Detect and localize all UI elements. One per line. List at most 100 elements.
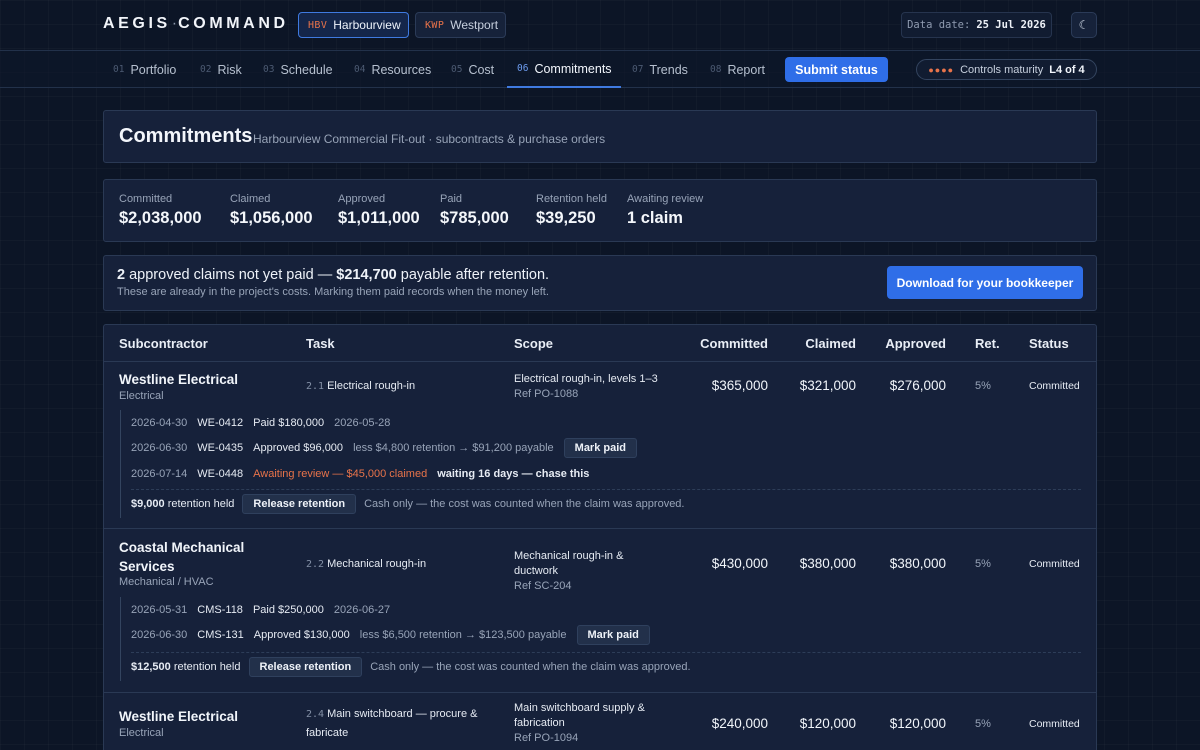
submit-status-button[interactable]: Submit status — [785, 57, 888, 82]
retention-line: $9,000 retention held Release retention … — [131, 494, 685, 514]
retention-amount: $9,000 — [131, 498, 165, 510]
tab-number: 06 — [517, 63, 529, 74]
task-cell: 2.4 Main switchboard — procure & fabricat… — [306, 705, 486, 743]
scope-text: Mechanical rough-in & ductwork — [514, 550, 624, 577]
claim-id: WE-0435 — [197, 442, 244, 454]
logo-text-right: COMMAND — [178, 15, 289, 32]
column-header-retention[interactable]: Ret. — [975, 336, 1000, 351]
maturity-dots-icon: ●●●● — [928, 64, 955, 75]
subcontractor-name: Westline Electrical — [119, 372, 239, 387]
stat-paid: Paid $785,000 — [440, 193, 509, 228]
column-header-scope[interactable]: Scope — [514, 336, 553, 351]
retention-percent: 5% — [975, 718, 991, 730]
claim-chase-note: waiting 16 days — chase this — [437, 468, 590, 480]
claim-line: 2026-05-31 CMS-118 Paid $250,000 2026-06… — [131, 600, 390, 620]
tab-report[interactable]: 08 Report — [710, 51, 765, 88]
row-divider — [104, 528, 1096, 529]
tab-schedule[interactable]: 03 Schedule — [263, 51, 333, 88]
project-name: Harbourview — [333, 18, 401, 32]
stat-value: $39,250 — [536, 209, 596, 227]
divider — [131, 652, 1081, 653]
tab-portfolio[interactable]: 01 Portfolio — [113, 51, 176, 88]
mark-paid-button[interactable]: Mark paid — [563, 438, 638, 458]
column-header-claimed[interactable]: Claimed — [805, 336, 856, 351]
project-name: Westport — [450, 18, 499, 32]
claim-status: Approved $130,000 — [253, 629, 350, 641]
page-header-panel: Commitments Harbourview Commercial Fit-o… — [103, 110, 1097, 163]
column-header-subcontractor[interactable]: Subcontractor — [119, 336, 208, 351]
column-header-task[interactable]: Task — [306, 336, 335, 351]
release-retention-button[interactable]: Release retention — [242, 494, 357, 514]
scope-ref: Ref PO-1094 — [514, 732, 579, 744]
project-switch-westport[interactable]: KWP Westport — [415, 12, 506, 38]
subcontractor-trade: Electrical — [119, 390, 164, 402]
app-logo[interactable]: AEGIS·COMMAND — [103, 15, 289, 33]
commitments-table: Subcontractor Task Scope Committed Claim… — [103, 324, 1097, 750]
retention-line: $12,500 retention held Release retention… — [131, 657, 691, 677]
moon-icon: ☾ — [1078, 18, 1090, 32]
retention-amount: $12,500 — [131, 661, 171, 673]
tab-number: 02 — [200, 64, 212, 75]
theme-toggle-button[interactable]: ☾ — [1071, 12, 1097, 38]
summary-stats-panel: Committed $2,038,000 Claimed $1,056,000 Ap… — [103, 179, 1097, 242]
status-badge: Committed — [1029, 558, 1080, 570]
alert-text: payable after retention. — [400, 267, 550, 283]
column-header-committed[interactable]: Committed — [700, 336, 768, 351]
subcontractor-name: Coastal Mechanical Services — [119, 540, 245, 574]
committed-amount: $240,000 — [711, 716, 768, 731]
tab-label: Portfolio — [130, 62, 177, 77]
stat-approved: Approved $1,011,000 — [338, 193, 420, 228]
tab-number: 04 — [354, 64, 366, 75]
column-header-status[interactable]: Status — [1029, 336, 1069, 351]
claim-status: Awaiting review — $45,000 claimed — [253, 468, 428, 480]
tab-label: Commitments — [534, 61, 612, 76]
scope-text: Main switchboard supply & fabrication — [514, 702, 645, 729]
retention-percent: 5% — [975, 558, 991, 570]
scope-ref: Ref PO-1088 — [514, 388, 579, 400]
tab-cost[interactable]: 05 Cost — [451, 51, 494, 88]
claim-payable-note: less $6,500 retention → $123,500 payable — [359, 629, 567, 641]
scope-cell: Mechanical rough-in & ductwork Ref SC-204 — [514, 549, 664, 594]
scope-ref: Ref SC-204 — [514, 580, 572, 592]
data-date-label: Data date: — [907, 19, 971, 31]
alert-text: approved claims not yet paid — — [129, 267, 333, 283]
committed-amount: $365,000 — [711, 378, 768, 393]
project-switch-harbourview[interactable]: HBV Harbourview — [298, 12, 409, 38]
subcontractor-trade: Electrical — [119, 727, 164, 739]
release-retention-button[interactable]: Release retention — [248, 657, 363, 677]
download-bookkeeper-button[interactable]: Download for your bookkeeper — [887, 266, 1083, 299]
task-name: Main switchboard — procure & fabricate — [306, 708, 478, 739]
controls-maturity-badge[interactable]: ●●●● Controls maturity L4 of 4 — [916, 59, 1097, 80]
tab-label: Resources — [371, 62, 432, 77]
table-header: Subcontractor Task Scope Committed Claim… — [104, 325, 1096, 362]
divider — [131, 489, 1081, 490]
claim-id: WE-0448 — [197, 468, 244, 480]
alert-count: 2 — [117, 267, 126, 283]
mark-paid-button[interactable]: Mark paid — [576, 625, 650, 645]
column-header-approved[interactable]: Approved — [885, 336, 946, 351]
claim-id: WE-0412 — [197, 417, 244, 429]
claim-paid-date: 2026-06-27 — [333, 604, 391, 616]
stat-label: Retention held — [536, 193, 607, 205]
tab-trends[interactable]: 07 Trends — [632, 51, 688, 88]
task-code: 2.1 — [306, 381, 325, 392]
status-badge: Committed — [1029, 380, 1080, 392]
claim-date: 2026-07-14 — [131, 468, 188, 480]
task-code: 2.4 — [306, 709, 325, 720]
approved-amount: $120,000 — [889, 716, 946, 731]
stat-label: Approved — [338, 193, 386, 205]
tab-label: Schedule — [280, 62, 333, 77]
tab-commitments[interactable]: 06 Commitments — [507, 51, 621, 88]
alert-message: 2 approved claims not yet paid — $214,70… — [117, 267, 549, 283]
claim-line: 2026-06-30 WE-0435 Approved $96,000 less… — [131, 438, 638, 458]
claim-id: CMS-131 — [197, 629, 244, 641]
tab-number: 05 — [451, 64, 463, 75]
task-cell: 2.2 Mechanical rough-in — [306, 555, 496, 574]
row-divider — [104, 692, 1096, 693]
tab-risk[interactable]: 02 Risk — [200, 51, 242, 88]
scope-cell: Electrical rough-in, levels 1–3 Ref PO-10… — [514, 372, 664, 402]
tab-resources[interactable]: 04 Resources — [354, 51, 431, 88]
retention-percent: 5% — [975, 380, 991, 392]
claim-line: 2026-04-30 WE-0412 Paid $180,000 2026-05… — [131, 413, 390, 433]
claim-status: Paid $180,000 — [253, 417, 325, 429]
